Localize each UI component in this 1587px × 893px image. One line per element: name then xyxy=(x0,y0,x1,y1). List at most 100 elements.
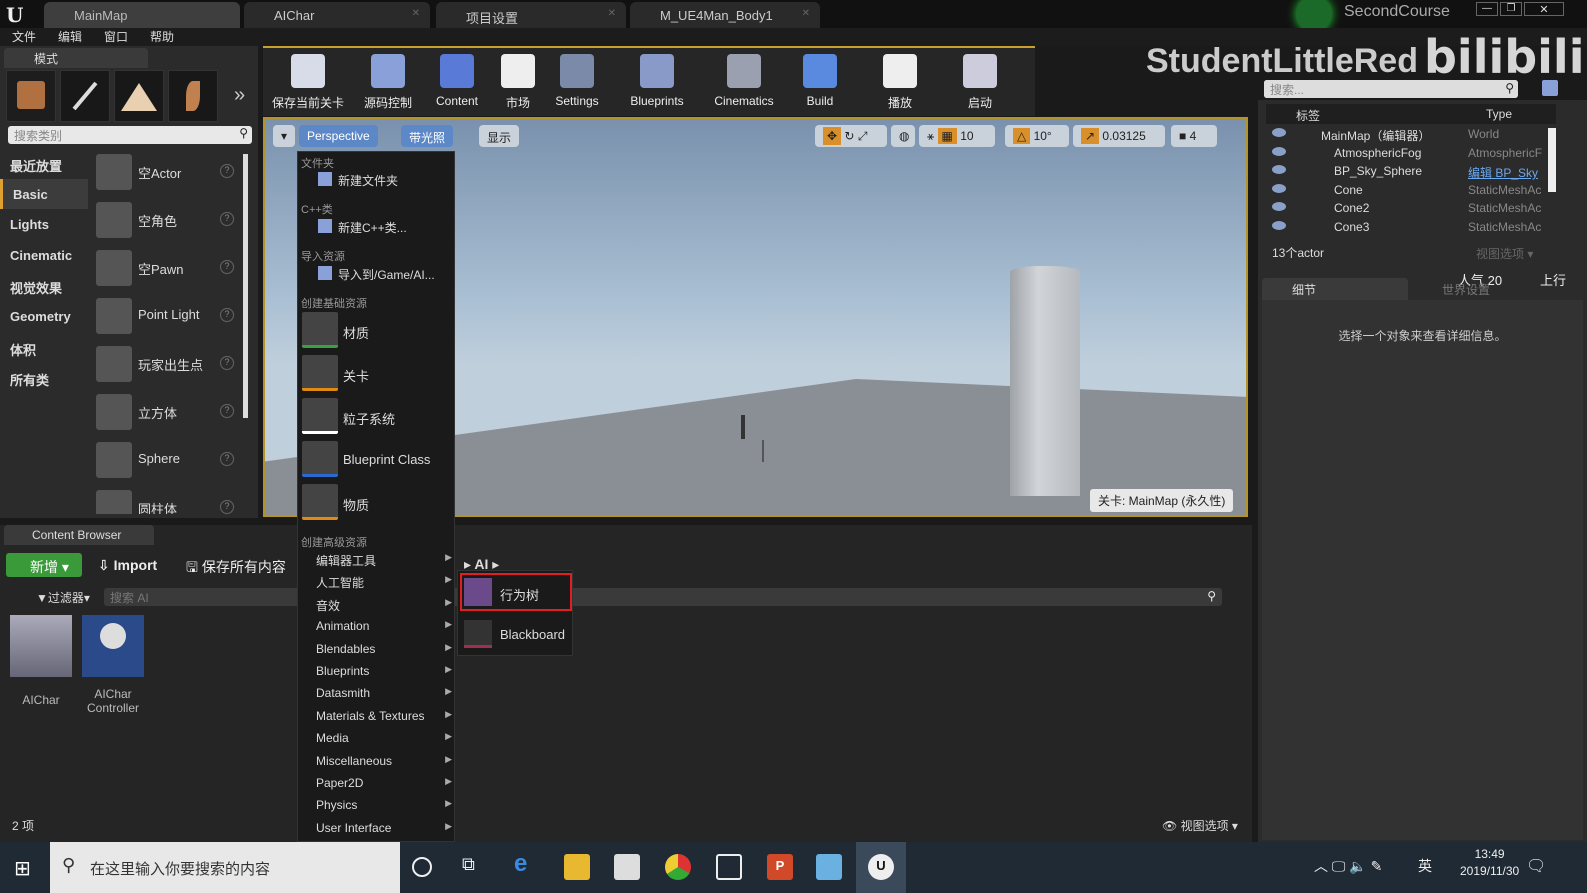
transform-tools[interactable]: ✥ ↻ ⤢ xyxy=(815,125,887,147)
help-icon[interactable]: ? xyxy=(220,356,234,370)
advanced-asset-item[interactable]: Materials & Textures ▶ xyxy=(298,709,454,729)
submenu-item-blackboard[interactable]: Blackboard xyxy=(460,617,572,653)
tab-mainmap[interactable]: MainMap xyxy=(44,2,240,28)
advanced-asset-item[interactable]: 音效 ▶ xyxy=(298,597,454,617)
new-cpp-class-item[interactable]: 新建C++类... xyxy=(298,219,454,239)
rotation-value[interactable]: 10° xyxy=(1034,129,1052,143)
help-icon[interactable]: ? xyxy=(220,260,234,274)
scale-snap-icon[interactable]: ↗ xyxy=(1081,128,1100,144)
close-icon[interactable]: ✕ xyxy=(608,8,616,19)
cylinder-actor[interactable] xyxy=(1010,266,1080,496)
store-icon[interactable] xyxy=(614,854,640,880)
advanced-asset-item[interactable]: Media ▶ xyxy=(298,731,454,751)
grid-value[interactable]: 10 xyxy=(960,129,973,143)
content-search-input[interactable]: 搜索 AI ⚲ xyxy=(104,588,1222,606)
taskbar-search-input[interactable]: ⚲ 在这里输入你要搜索的内容 xyxy=(50,842,400,893)
outliner-row[interactable]: AtmosphericFog AtmosphericF xyxy=(1266,144,1556,162)
chart-app-icon[interactable] xyxy=(716,854,742,880)
add-new-button[interactable]: 新增 ▾ xyxy=(6,553,82,577)
cb-view-options[interactable]: 👁 视图选项 ▾ xyxy=(1162,817,1238,834)
placeable-item[interactable]: 空角色? xyxy=(92,198,240,244)
modes-tab[interactable]: 模式 xyxy=(4,48,148,68)
help-icon[interactable]: ? xyxy=(220,404,234,418)
advanced-asset-item[interactable]: 编辑器工具 ▶ xyxy=(298,552,454,572)
scale-snap[interactable]: ↗ 0.03125 xyxy=(1073,125,1165,147)
asset-thumbnail-aichar-controller[interactable] xyxy=(82,615,144,677)
grid-icon[interactable]: ▦ xyxy=(937,128,957,144)
rotate-icon[interactable]: ↻ xyxy=(844,129,854,143)
actor-marker[interactable] xyxy=(741,415,745,439)
perspective-button[interactable]: Perspective xyxy=(299,125,378,147)
tab-aichar[interactable]: AIChar ✕ xyxy=(244,2,430,28)
powerpoint-icon[interactable]: P xyxy=(767,854,793,880)
viewport-options-button[interactable]: ▾ xyxy=(273,125,295,147)
modes-search-input[interactable]: 搜索类别 ⚲ xyxy=(8,126,252,144)
advanced-asset-item[interactable]: Blueprints ▶ xyxy=(298,664,454,684)
advanced-asset-item[interactable]: Paper2D ▶ xyxy=(298,776,454,796)
toolbar-button[interactable]: 启动 xyxy=(953,52,1007,114)
task-view-icon[interactable]: ⧉ xyxy=(462,854,488,880)
scale-icon[interactable]: ⤢ xyxy=(858,129,868,143)
world-settings-tab[interactable]: 世界设置 xyxy=(1412,278,1582,300)
world-local-icon[interactable]: ◍ xyxy=(891,125,915,147)
translate-icon[interactable]: ✥ xyxy=(823,127,842,145)
placeable-item[interactable]: 立方体? xyxy=(92,390,240,436)
toolbar-button[interactable]: Blueprints xyxy=(619,52,695,114)
asset-thumbnail-aichar[interactable] xyxy=(10,615,72,677)
more-modes-icon[interactable]: » xyxy=(234,84,245,107)
outliner-row[interactable]: BP_Sky_Sphere 编辑 BP_Sky xyxy=(1266,162,1556,180)
visibility-icon[interactable] xyxy=(1272,146,1286,156)
help-icon[interactable]: ? xyxy=(220,452,234,466)
chrome-icon[interactable] xyxy=(665,854,691,880)
menu-help[interactable]: 帮助 xyxy=(150,28,174,46)
content-browser-tab[interactable]: Content Browser xyxy=(4,525,154,545)
camera-speed-value[interactable]: 4 xyxy=(1190,129,1197,143)
grid-snap[interactable]: ⚹ ▦ 10 xyxy=(919,125,995,147)
tab-material[interactable]: M_UE4Man_Body1 ✕ xyxy=(630,2,820,28)
visibility-icon[interactable] xyxy=(1272,183,1286,193)
placeable-item[interactable]: 玩家出生点? xyxy=(92,342,240,388)
help-icon[interactable]: ? xyxy=(220,308,234,322)
camera-speed[interactable]: ■ 4 xyxy=(1171,125,1217,147)
help-icon[interactable]: ? xyxy=(220,500,234,514)
placeable-item[interactable]: Sphere? xyxy=(92,438,240,484)
windows-start-icon[interactable]: ⊞ xyxy=(14,856,31,881)
outliner-row[interactable]: MainMap（编辑器） World xyxy=(1266,125,1556,143)
advanced-asset-item[interactable]: User Interface ▶ xyxy=(298,821,454,841)
place-mode-icon[interactable] xyxy=(6,70,56,122)
column-type[interactable]: Type xyxy=(1486,107,1512,121)
import-button[interactable]: ⇩ Import xyxy=(98,557,157,574)
rotation-snap[interactable]: △ 10° xyxy=(1005,125,1069,147)
toolbar-button[interactable]: 播放 xyxy=(875,52,925,114)
scale-value[interactable]: 0.03125 xyxy=(1102,129,1145,143)
scrollbar[interactable] xyxy=(243,154,248,418)
surface-snap-icon[interactable]: ⚹ xyxy=(927,129,934,143)
outliner-row[interactable]: Cone3 StaticMeshAc xyxy=(1266,218,1556,236)
menu-file[interactable]: 文件 xyxy=(12,28,36,46)
toolbar-button[interactable]: 市场 xyxy=(495,52,541,114)
maximize-button[interactable]: ❐ xyxy=(1500,2,1522,16)
scrollbar[interactable] xyxy=(1548,128,1556,192)
close-icon[interactable]: ✕ xyxy=(802,8,810,19)
advanced-asset-item[interactable]: Datasmith ▶ xyxy=(298,686,454,706)
toolbar-button[interactable]: Content xyxy=(429,52,485,114)
minimize-button[interactable]: — xyxy=(1476,2,1498,16)
clock[interactable]: 13:49 2019/11/30 xyxy=(1460,847,1519,878)
basic-asset-item[interactable]: 物质 xyxy=(298,484,454,524)
save-all-button[interactable]: 🖫 保存所有内容 xyxy=(186,557,286,581)
toolbar-button[interactable]: 保存当前关卡 xyxy=(269,52,347,114)
help-icon[interactable]: ? xyxy=(220,164,234,178)
placeable-item[interactable]: 空Pawn? xyxy=(92,246,240,292)
menu-edit[interactable]: 编辑 xyxy=(58,28,82,46)
outliner-row[interactable]: Cone StaticMeshAc xyxy=(1266,181,1556,199)
advanced-asset-item[interactable]: Animation ▶ xyxy=(298,619,454,639)
ime-indicator[interactable]: 英 xyxy=(1418,856,1432,876)
visibility-icon[interactable] xyxy=(1272,202,1286,211)
file-explorer-icon[interactable] xyxy=(564,854,590,880)
outliner-view-options[interactable]: 视图选项 ▾ xyxy=(1476,245,1533,262)
new-folder-item[interactable]: 新建文件夹 xyxy=(298,172,454,192)
lit-button[interactable]: 带光照 xyxy=(401,125,454,147)
angle-icon[interactable]: △ xyxy=(1013,128,1031,144)
basic-asset-item[interactable]: Blueprint Class xyxy=(298,441,454,481)
app-icon[interactable] xyxy=(816,854,842,880)
